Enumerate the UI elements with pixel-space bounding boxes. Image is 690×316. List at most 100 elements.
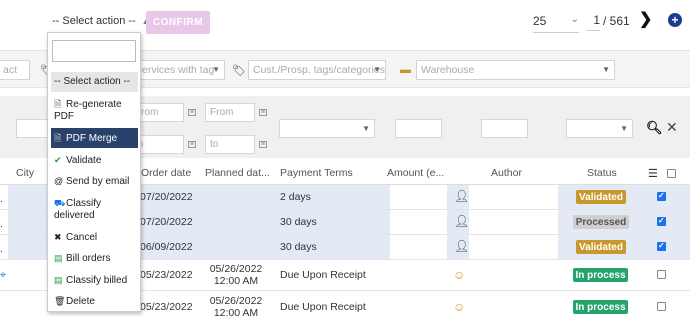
calendar-icon[interactable]: ≡ [188,141,196,148]
filter-services-tag[interactable]: Services with tag ▼ [130,60,225,80]
user-avatar-icon: ☺ [453,300,466,314]
status-badge: Processed [573,215,629,229]
warehouse-icon: ▬ [400,64,411,76]
dropdown-item-bill-orders[interactable]: ▤ Bill orders [51,250,138,267]
filter-warehouse[interactable]: Warehouse ▼ [416,60,615,80]
page-size-underline [533,32,579,33]
amount-cell [390,210,447,234]
bill-icon: ▤ [54,253,63,263]
filter-act-label: act [3,64,18,76]
select-action-label: -- Select action -- [52,15,136,27]
search-icon[interactable]: 🔍︎ [646,120,663,136]
tag-icon: 🏷 [232,65,246,77]
author-input[interactable] [481,119,528,138]
row-checkbox[interactable] [657,270,666,279]
column-order-date[interactable]: Order date [141,167,191,179]
filter-services-tag-label: Services with tag [135,64,215,76]
payment-terms: 30 days [280,216,317,228]
column-amount[interactable]: Amount (e... [387,167,444,179]
chevron-down-icon: ▼ [602,65,610,74]
payment-terms: 30 days [280,241,317,253]
payment-terms-select[interactable]: ▼ [279,119,375,138]
row-ellipsis: . [0,193,3,205]
calendar-icon[interactable]: ≡ [259,109,267,116]
row-checkbox[interactable] [657,216,666,226]
filter-cust-tags[interactable]: Cust./Prosp. tags/categories ▼ [248,60,386,80]
dropdown-item-label: PDF Merge [66,133,118,144]
planned-date: 05/26/2022 [209,295,263,307]
order-date: 06/09/2022 [140,241,193,253]
chevron-down-icon: ⌄ [570,14,579,25]
dropdown-search-input[interactable] [52,40,136,62]
dropdown-item-label: Send by email [66,176,130,187]
planned-date-to-input[interactable]: to [205,135,255,154]
amount-cell [390,235,447,259]
amount-input[interactable] [395,119,442,138]
planned-time: 12:00 AM [213,275,259,287]
dropdown-item-label: -- Select action -- [54,76,131,87]
row-checkbox[interactable] [657,302,666,311]
trash-icon: 🗑 [54,296,66,306]
select-action-dropdown[interactable]: -- Select action --▲ [52,15,150,27]
column-status[interactable]: Status [587,167,617,179]
dropdown-item-label: Bill orders [66,253,111,264]
column-planned-date[interactable]: Planned dat... [205,167,270,179]
status-select[interactable]: ▼ [566,119,633,138]
truck-icon: ⛟ [54,198,66,208]
filter-act[interactable]: act [0,60,30,80]
planned-date: 05/26/2022 [209,263,263,275]
dropdown-item-pdf-merge[interactable]: 🗎 PDF Merge [51,128,138,148]
dropdown-item-validate[interactable]: ✔ Validate [51,152,138,169]
dropdown-item-cancel[interactable]: ✖ Cancel [51,229,138,246]
payment-terms: 2 days [280,191,311,203]
bill-icon: ▤ [54,275,63,285]
at-icon: @ [54,176,64,186]
planned-time: 12:00 AM [213,307,259,316]
row-checkbox[interactable] [657,191,666,201]
confirm-button[interactable]: CONFIRM [146,11,210,34]
user-icon: 👤︎ [454,214,470,228]
next-page-icon[interactable]: ❯ [639,9,652,29]
order-date: 07/20/2022 [140,216,193,228]
filter-cust-tags-label: Cust./Prosp. tags/categories [253,64,385,76]
user-avatar-icon: ☺ [453,268,466,282]
dropdown-item-select-action[interactable]: -- Select action -- [51,72,138,92]
planned-date-from-input[interactable]: From [205,103,255,122]
author-cell [469,235,558,259]
status-badge: In process [573,300,628,314]
chevron-down-icon: ▼ [362,124,370,133]
dropdown-item-send-email[interactable]: @ Send by email [51,173,138,190]
author-cell [469,185,558,209]
file-icon: 🗎 [54,99,62,109]
dropdown-item-classify-billed[interactable]: ▤ Classify billed [51,272,138,289]
row-ellipsis: . [0,243,3,255]
row-checkbox[interactable] [657,241,666,251]
amount-cell [390,185,447,209]
map-pin-icon: ⌖ [0,269,6,281]
page-size-select[interactable]: 25 ⌄ [533,14,579,28]
order-date: 05/23/2022 [140,301,193,313]
calendar-icon[interactable]: ≡ [188,109,196,116]
planned-date-to-placeholder: to [210,139,219,150]
calendar-icon[interactable]: ≡ [259,141,267,148]
file-icon: 🗎 [54,133,62,143]
close-icon[interactable]: ✕ [666,119,678,136]
add-icon[interactable]: + [668,13,682,27]
dropdown-item-label: Classify billed [66,275,128,286]
page-total: / 561 [603,14,630,28]
column-author[interactable]: Author [491,167,522,179]
select-all-checkbox[interactable] [667,169,676,178]
dropdown-item-classify-delivered[interactable]: ⛟Classify delivered [51,195,138,224]
order-date: 07/20/2022 [140,191,193,203]
dropdown-item-delete[interactable]: 🗑Delete [51,293,138,310]
dropdown-item-regenerate-pdf[interactable]: 🗎 Re-generate PDF [51,96,138,125]
check-icon: ✔ [54,155,62,165]
column-city[interactable]: City [16,167,34,179]
row-ellipsis: . [0,218,3,230]
page-number-input[interactable]: 1 [586,13,600,31]
author-cell [469,210,558,234]
list-columns-icon[interactable]: ☰ [648,167,658,180]
user-icon: 👤︎ [454,189,470,203]
user-icon: 👤︎ [454,239,470,253]
column-payment-terms[interactable]: Payment Terms [280,167,353,179]
